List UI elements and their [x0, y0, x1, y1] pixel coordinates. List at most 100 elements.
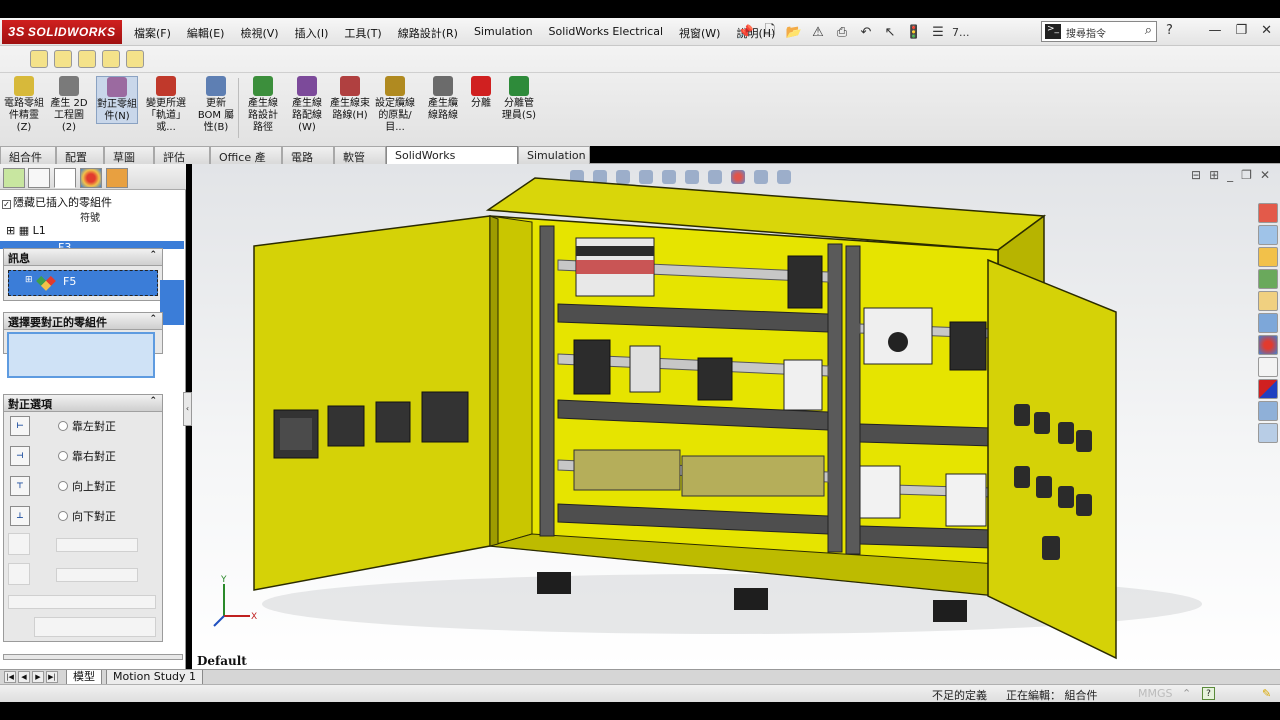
tab-solidworks-electrical-3d[interactable]: SolidWorks Electrical 3D: [386, 146, 518, 175]
hide-inserted-checkbox[interactable]: ✓ 隱藏已插入的零組件: [2, 194, 112, 210]
tool-button[interactable]: 分離管理員(S): [500, 76, 538, 122]
tab-sketch[interactable]: 草圖: [104, 146, 154, 164]
help-status-icon[interactable]: ?: [1202, 687, 1215, 700]
next-tab-icon[interactable]: ▶: [32, 671, 44, 683]
align-right-radio[interactable]: [58, 451, 68, 461]
options-icon[interactable]: ☰: [928, 22, 948, 42]
door-switch[interactable]: [421, 391, 469, 443]
align-options-title[interactable]: 對正選項 ⌃: [4, 395, 162, 412]
appearances-icon[interactable]: [1258, 335, 1278, 355]
menu-view[interactable]: 檢視(V): [240, 25, 278, 41]
restore-icon[interactable]: ❐: [1235, 23, 1247, 38]
search-icon[interactable]: ⌕: [1145, 23, 1152, 38]
undo-icon[interactable]: ↶: [856, 22, 876, 42]
open-icon[interactable]: 📂: [784, 22, 804, 42]
terminal-block[interactable]: [681, 455, 825, 497]
align-top-radio[interactable]: [58, 481, 68, 491]
solidworks-logo[interactable]: 3S SOLIDWORKS: [2, 20, 122, 44]
pilot-light[interactable]: [1014, 404, 1030, 426]
help-icon[interactable]: ?: [1166, 23, 1173, 38]
contactor[interactable]: [697, 357, 733, 401]
tab-hose[interactable]: 軟管: [334, 146, 386, 164]
pilot-light[interactable]: [1014, 466, 1030, 488]
solidworks-resources-icon[interactable]: [1258, 203, 1278, 223]
print-icon[interactable]: ⎙: [832, 22, 852, 42]
collapse-icon[interactable]: ⌃: [149, 250, 157, 260]
appearance-manager-icon[interactable]: [80, 168, 102, 188]
menu-file[interactable]: 檔案(F): [134, 25, 171, 41]
spacing-field[interactable]: [56, 538, 138, 552]
tab-office-products[interactable]: Office 產品: [210, 146, 282, 180]
tab-simulation[interactable]: Simulation: [518, 146, 590, 164]
new-document-icon[interactable]: 🗋: [760, 22, 780, 42]
last-tab-icon[interactable]: ▶|: [46, 671, 58, 683]
tab-model[interactable]: 模型: [66, 670, 102, 685]
route-tool-icon[interactable]: [126, 50, 144, 68]
pilot-light[interactable]: [1042, 536, 1060, 560]
tool-button[interactable]: 產生線路配線(W): [288, 76, 326, 134]
pilot-light[interactable]: [1076, 494, 1092, 516]
option-field[interactable]: [34, 617, 156, 637]
menu-simulation[interactable]: Simulation: [474, 25, 533, 41]
search-commands-input[interactable]: >_ 搜尋指令 ⌕: [1041, 21, 1157, 42]
tool-button[interactable]: 設定纜線的原點/目...: [374, 76, 416, 134]
menu-window[interactable]: 視窗(W): [679, 25, 720, 41]
tool-button[interactable]: 變更所選「軌道」或...: [142, 76, 190, 134]
right-door[interactable]: [987, 258, 1117, 660]
expand-icon[interactable]: ⊞: [25, 275, 33, 285]
offset-field[interactable]: [56, 568, 138, 582]
collapse-icon[interactable]: ⌃: [149, 396, 157, 406]
align-bottom-option[interactable]: ⊥ 向下對正: [4, 502, 162, 532]
tool-button[interactable]: 產生 2D 工程圖(2): [48, 76, 90, 134]
project-icon[interactable]: [1258, 423, 1278, 443]
feature-manager-icon[interactable]: [3, 168, 25, 188]
page-count[interactable]: 7...: [952, 22, 970, 42]
panel-collapse-handle[interactable]: ‹: [183, 392, 192, 426]
units-selector[interactable]: MMGS: [1138, 687, 1173, 700]
tab-assembly[interactable]: 組合件: [0, 146, 56, 164]
option-field[interactable]: [8, 595, 156, 609]
tool-button[interactable]: 分離: [468, 76, 494, 110]
route-tool-icon[interactable]: [102, 50, 120, 68]
route-tool-icon[interactable]: [78, 50, 96, 68]
select-components-title[interactable]: 選擇要對正的零組件 ⌃: [4, 313, 162, 330]
menu-edit[interactable]: 編輯(E): [187, 25, 225, 41]
select-icon[interactable]: ↖: [880, 22, 900, 42]
electrical-icon[interactable]: [1258, 379, 1278, 399]
menu-solidworks-electrical[interactable]: SolidWorks Electrical: [549, 25, 663, 41]
pilot-light[interactable]: [1058, 486, 1074, 508]
display-manager-icon[interactable]: [106, 168, 128, 188]
door-switch[interactable]: [327, 405, 365, 447]
collapse-icon[interactable]: ⌃: [149, 314, 157, 324]
custom-properties-icon[interactable]: [1258, 313, 1278, 333]
view-palette-icon[interactable]: [1258, 269, 1278, 289]
prev-tab-icon[interactable]: ◀: [18, 671, 30, 683]
selected-component[interactable]: ⊞ F5: [8, 270, 158, 296]
rebuild-icon[interactable]: ⚠: [808, 22, 828, 42]
pilot-light[interactable]: [1076, 430, 1092, 452]
menu-routing[interactable]: 線路設計(R): [398, 25, 458, 41]
checkbox-checked-icon[interactable]: ✓: [2, 200, 11, 209]
message-title[interactable]: 訊息 ⌃: [4, 249, 162, 266]
tool-button[interactable]: 電路零組件精靈(Z): [4, 76, 44, 134]
align-top-option[interactable]: ⊤ 向上對正: [4, 472, 162, 502]
units-dropdown-icon[interactable]: ⌃: [1182, 687, 1191, 700]
traffic-light-icon[interactable]: 🚦: [904, 22, 924, 42]
menu-insert[interactable]: 插入(I): [295, 25, 329, 41]
pilot-light[interactable]: [1036, 476, 1052, 498]
contactor[interactable]: [787, 255, 823, 309]
pin-icon[interactable]: 📌: [736, 22, 756, 42]
tool-button[interactable]: 產生線束路線(H): [330, 76, 370, 122]
folder-icon[interactable]: [1258, 291, 1278, 311]
rotary-handle[interactable]: [888, 332, 908, 352]
door-switch[interactable]: [375, 401, 411, 443]
tab-evaluate[interactable]: 評估: [154, 146, 210, 164]
components-icon[interactable]: [1258, 401, 1278, 421]
menu-tools[interactable]: 工具(T): [344, 25, 381, 41]
file-explorer-icon[interactable]: [1258, 247, 1278, 267]
design-library-icon[interactable]: [1258, 225, 1278, 245]
close-icon[interactable]: ✕: [1261, 23, 1272, 38]
property-manager-icon[interactable]: [28, 168, 50, 188]
graphics-viewport[interactable]: ⊟ ⊞ _ ❐ ✕ Y X: [192, 164, 1280, 669]
electrical-cabinet-model[interactable]: Y X: [192, 164, 1280, 669]
